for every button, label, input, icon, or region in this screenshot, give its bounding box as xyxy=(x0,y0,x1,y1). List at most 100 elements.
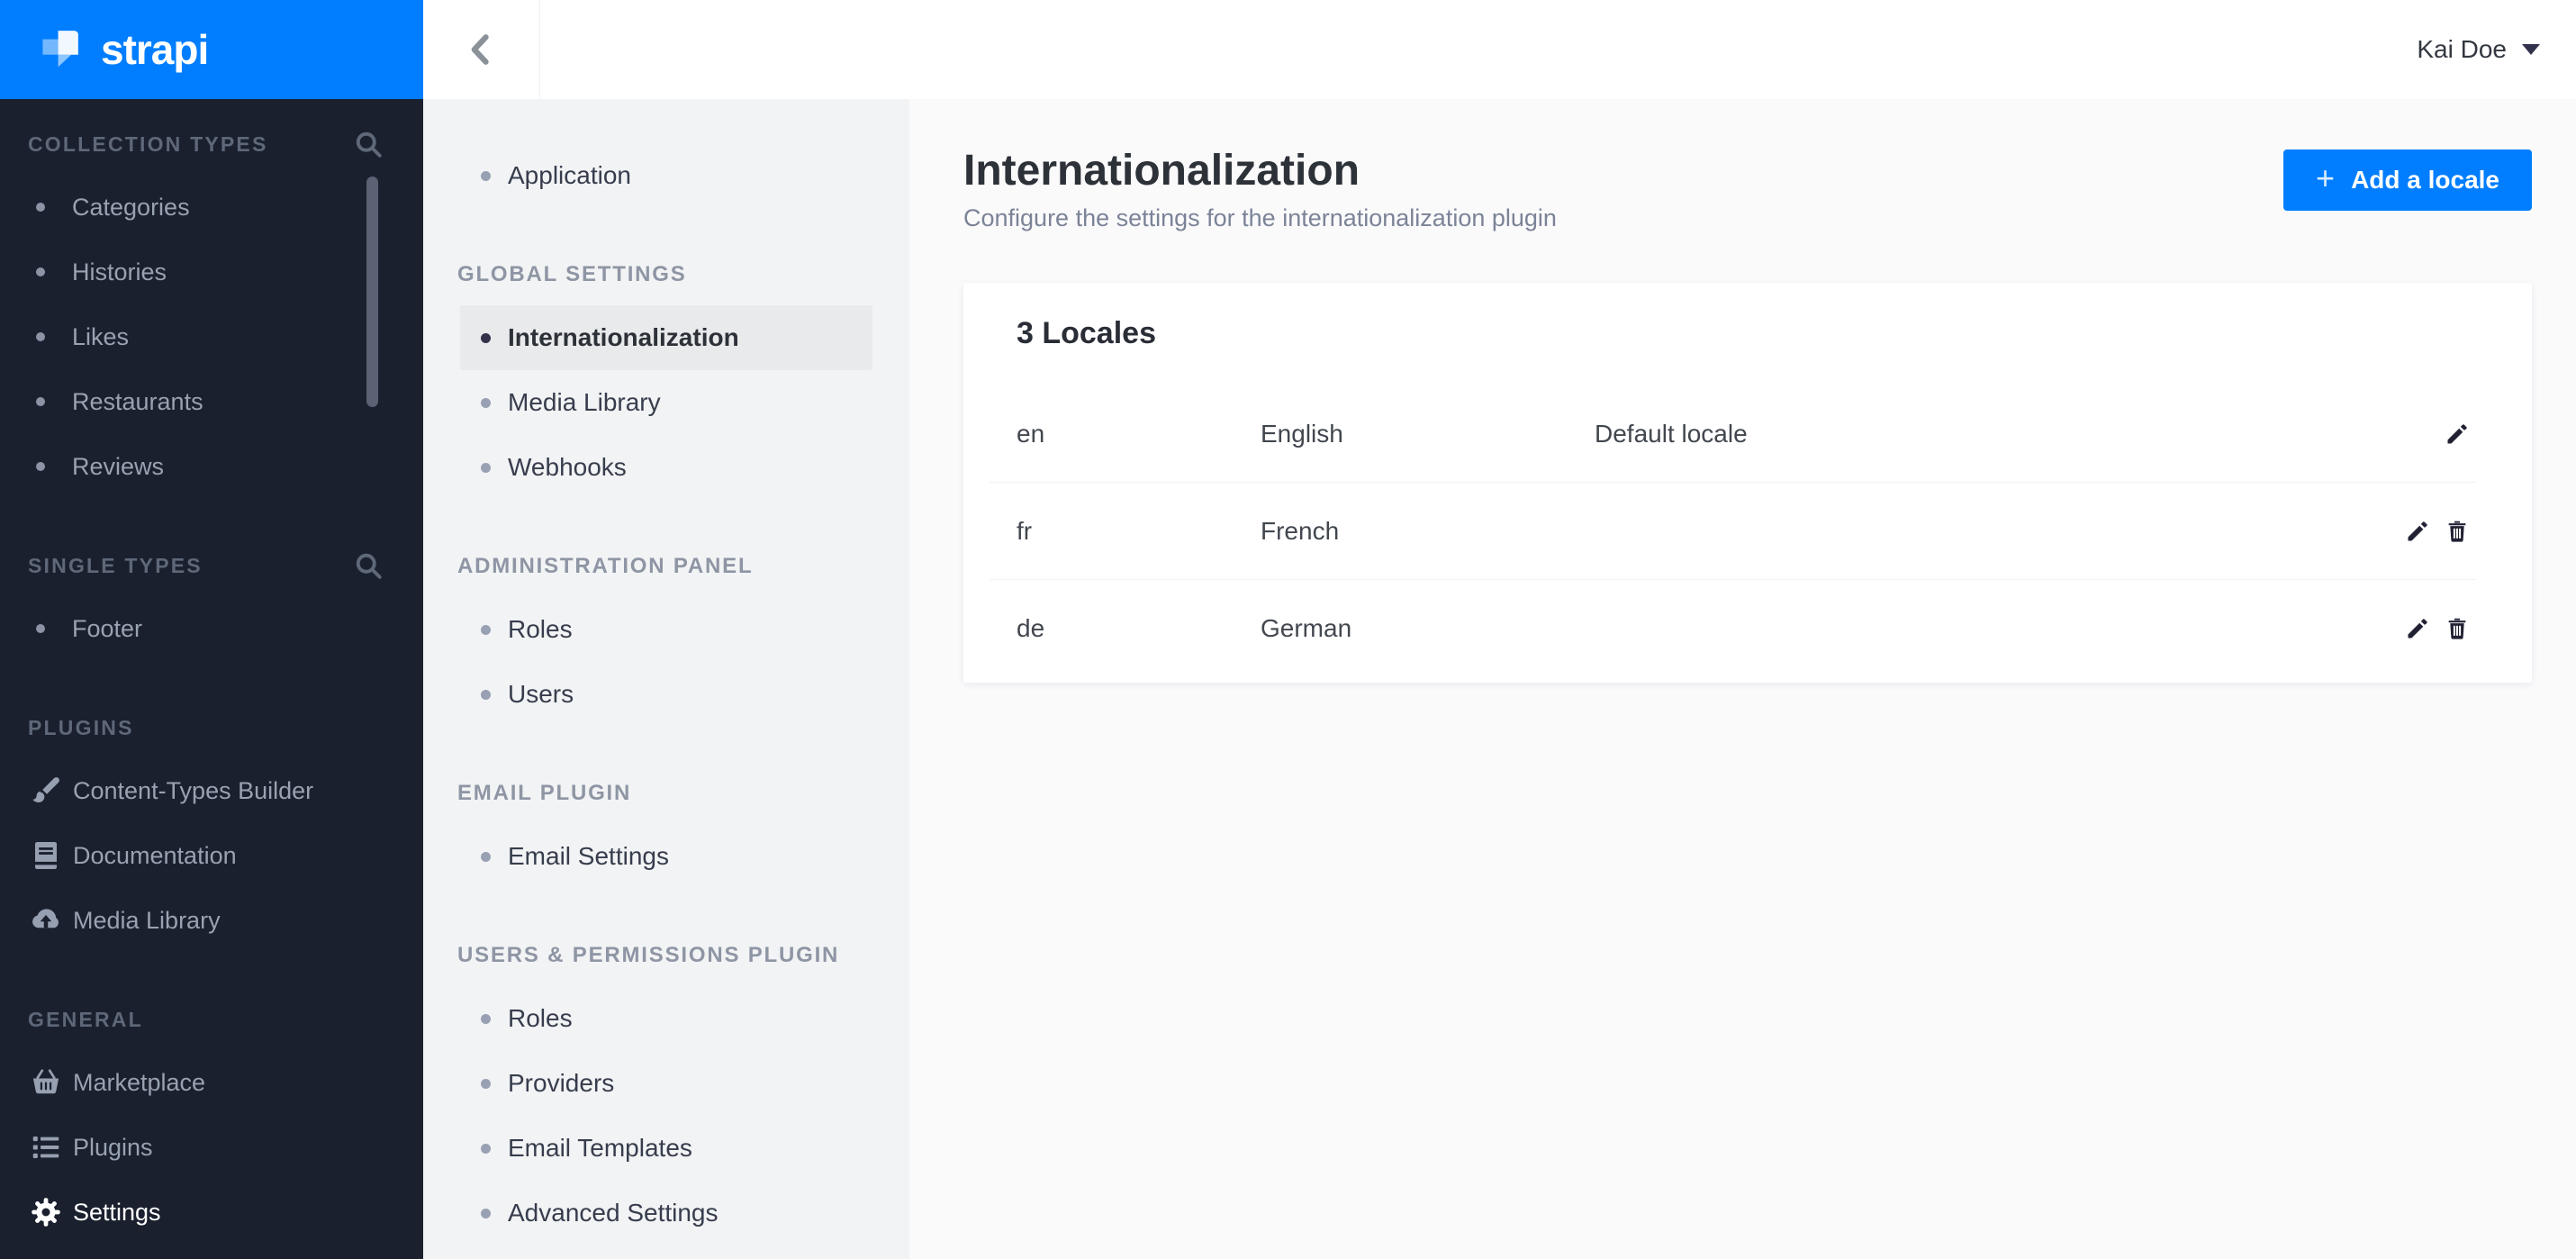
sidebar-item-reviews[interactable]: Reviews xyxy=(0,434,423,499)
settings-section-users-permissions-plugin: USERS & PERMISSIONS PLUGIN Roles Provide… xyxy=(423,942,909,1245)
sidebar-item-label: Media Library xyxy=(73,906,221,934)
content-area: Application GLOBAL SETTINGS Internationa… xyxy=(423,99,2576,1259)
trash-icon xyxy=(2448,521,2466,542)
bullet-icon xyxy=(481,1208,491,1218)
sidebar-item-likes[interactable]: Likes xyxy=(0,304,423,369)
bullet-icon xyxy=(481,332,491,343)
strapi-logo[interactable]: strapi xyxy=(0,0,423,99)
settings-nav-item-webhooks[interactable]: Webhooks xyxy=(460,435,872,500)
search-icon[interactable] xyxy=(352,128,384,160)
page-subtitle: Configure the settings for the internati… xyxy=(963,204,1557,231)
bullet-icon xyxy=(36,267,45,276)
bullet-icon xyxy=(36,203,45,212)
search-icon[interactable] xyxy=(352,549,384,582)
cloud-upload-icon xyxy=(28,902,64,938)
settings-section-label: ADMINISTRATION PANEL xyxy=(457,554,754,578)
locale-name: English xyxy=(1261,419,1343,448)
settings-nav-item-email-settings[interactable]: Email Settings xyxy=(460,824,872,889)
bullet-icon xyxy=(481,1143,491,1154)
sidebar-item-settings[interactable]: Settings xyxy=(0,1180,423,1245)
sidebar-item-media-library[interactable]: Media Library xyxy=(0,888,423,953)
trash-icon xyxy=(2448,618,2466,639)
bullet-icon xyxy=(481,397,491,408)
settings-nav-item-email-templates[interactable]: Email Templates xyxy=(460,1116,872,1181)
sidebar-item-label: Footer xyxy=(72,614,143,642)
settings-section-label: USERS & PERMISSIONS PLUGIN xyxy=(457,943,840,967)
add-locale-button[interactable]: + Add a locale xyxy=(2283,149,2532,211)
locales-count-title: 3 Locales xyxy=(1017,316,1156,350)
bullet-icon xyxy=(481,624,491,635)
bullet-icon xyxy=(36,624,45,633)
sidebar-item-histories[interactable]: Histories xyxy=(0,240,423,304)
sidebar-section-single-types: SINGLE TYPES Footer xyxy=(0,552,423,661)
settings-nav-label: Webhooks xyxy=(508,453,627,481)
settings-nav-item-advanced-settings[interactable]: Advanced Settings xyxy=(460,1181,872,1245)
locale-code: en xyxy=(1017,419,1045,448)
edit-locale-button[interactable] xyxy=(2404,615,2431,642)
locale-name: German xyxy=(1261,614,1352,642)
sidebar-item-documentation[interactable]: Documentation xyxy=(0,823,423,888)
settings-section-administration-panel: ADMINISTRATION PANEL Roles Users xyxy=(423,553,909,727)
settings-nav-label: Media Library xyxy=(508,388,661,416)
settings-nav-item-internationalization[interactable]: Internationalization xyxy=(460,305,872,370)
locale-code: fr xyxy=(1017,516,1033,545)
sidebar-item-restaurants[interactable]: Restaurants xyxy=(0,369,423,434)
bullet-icon xyxy=(36,397,45,406)
chevron-left-icon xyxy=(462,30,502,69)
settings-nav-label: Email Templates xyxy=(508,1134,692,1162)
edit-locale-button[interactable] xyxy=(2444,421,2471,448)
sidebar-section-collection-types: COLLECTION TYPES Categories Histories Li… xyxy=(0,131,423,499)
settings-nav-label: Users xyxy=(508,680,574,708)
settings-nav-label: Providers xyxy=(508,1069,615,1097)
bullet-icon xyxy=(481,170,491,181)
settings-nav-item-media-library[interactable]: Media Library xyxy=(460,370,872,435)
basket-icon xyxy=(28,1064,64,1100)
sidebar-section-plugins: PLUGINS Content-Types Builder Documentat… xyxy=(0,714,423,953)
settings-nav-item-providers[interactable]: Providers xyxy=(460,1051,872,1116)
sidebar-item-label: Categories xyxy=(72,193,190,221)
sidebar-item-label: Histories xyxy=(72,258,167,285)
settings-nav-item-admin-roles[interactable]: Roles xyxy=(460,597,872,662)
page-title: Internationalization xyxy=(963,147,1360,195)
sidebar-nav: COLLECTION TYPES Categories Histories Li… xyxy=(0,99,423,1245)
locale-code: de xyxy=(1017,614,1045,642)
delete-locale-button[interactable] xyxy=(2444,518,2471,545)
sidebar-item-label: Settings xyxy=(73,1198,161,1226)
settings-nav-item-application[interactable]: Application xyxy=(460,143,872,208)
user-name: Kai Doe xyxy=(2417,35,2507,63)
settings-nav-label: Roles xyxy=(508,615,573,643)
sidebar-item-label: Marketplace xyxy=(73,1068,206,1096)
main-content: Internationalization Configure the setti… xyxy=(909,99,2576,1259)
section-label: SINGLE TYPES xyxy=(28,553,203,577)
locales-table: en English Default locale fr French de G… xyxy=(990,385,2476,677)
sidebar-scrollbar-thumb[interactable] xyxy=(366,177,378,407)
locale-default-note: Default locale xyxy=(1595,419,1748,448)
edit-locale-button[interactable] xyxy=(2404,518,2431,545)
settings-nav-label: Email Settings xyxy=(508,842,669,870)
bullet-icon xyxy=(36,462,45,471)
book-icon xyxy=(28,838,64,874)
table-row-fr[interactable]: fr French xyxy=(990,483,2476,580)
sidebar-item-plugins[interactable]: Plugins xyxy=(0,1115,423,1180)
delete-locale-button[interactable] xyxy=(2444,615,2471,642)
table-row-de[interactable]: de German xyxy=(990,580,2476,677)
main-sidebar: strapi COLLECTION TYPES Categories Histo… xyxy=(0,0,423,1259)
page-header: Internationalization Configure the setti… xyxy=(963,148,2532,232)
settings-section-email-plugin: EMAIL PLUGIN Email Settings xyxy=(423,780,909,889)
user-menu[interactable]: Kai Doe xyxy=(2417,35,2540,64)
section-label: GENERAL xyxy=(28,1007,143,1031)
strapi-admin-app: strapi COLLECTION TYPES Categories Histo… xyxy=(0,0,2576,1259)
settings-nav-item-up-roles[interactable]: Roles xyxy=(460,986,872,1051)
sidebar-item-label: Restaurants xyxy=(72,387,203,415)
sidebar-item-marketplace[interactable]: Marketplace xyxy=(0,1050,423,1115)
brand-name: strapi xyxy=(101,26,209,73)
sidebar-item-categories[interactable]: Categories xyxy=(0,175,423,240)
back-button[interactable] xyxy=(423,0,540,99)
settings-nav-item-admin-users[interactable]: Users xyxy=(460,662,872,727)
strapi-logo-icon xyxy=(40,26,83,74)
list-icon xyxy=(28,1129,64,1165)
sidebar-item-label: Reviews xyxy=(72,452,165,480)
table-row-en[interactable]: en English Default locale xyxy=(990,385,2476,483)
sidebar-item-content-types-builder[interactable]: Content-Types Builder xyxy=(0,758,423,823)
sidebar-item-footer[interactable]: Footer xyxy=(0,596,423,661)
